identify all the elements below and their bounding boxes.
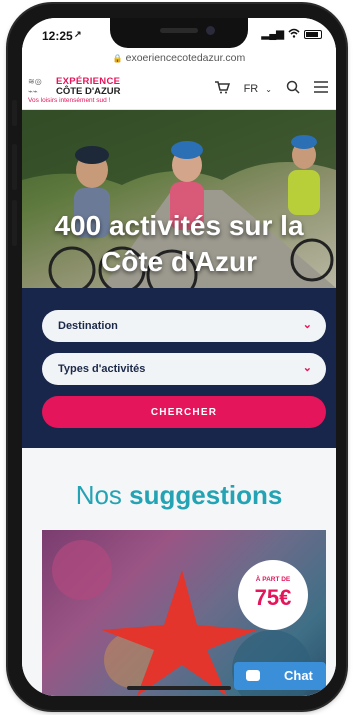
url-text: exoerienceсotedazur.com (125, 52, 246, 64)
search-icon[interactable] (286, 80, 300, 97)
volume-down-button (12, 200, 17, 246)
price-prefix: À PART DE (255, 576, 291, 583)
status-time: 12:25 (42, 29, 73, 43)
location-arrow-icon: ↗ (74, 29, 82, 39)
phone-screen: 12:25 ↗ ▂▄▆ 🔒 exoerienceсotedazur.com ≋◎… (22, 18, 336, 696)
language-label: FR (243, 82, 259, 95)
chevron-down-icon: ⌄ (302, 362, 312, 374)
destination-label: Destination (58, 320, 118, 332)
volume-up-button (12, 144, 17, 190)
status-icons: ▂▄▆ (262, 28, 322, 41)
lock-icon: 🔒 (112, 54, 123, 63)
hero-banner: 400 activités sur la Côte d'Azur (22, 110, 336, 288)
home-indicator (127, 686, 231, 690)
suggestions-title: Nos suggestions (22, 480, 336, 511)
wifi-icon (288, 28, 300, 41)
cart-icon[interactable] (214, 80, 230, 97)
price-value: 75€ (254, 585, 292, 610)
suggestions-title-bold: suggestions (129, 480, 283, 510)
hero-title: 400 activités sur la Côte d'Azur (54, 210, 304, 277)
language-selector[interactable]: FR ⌄ (244, 83, 272, 95)
price-badge: À PART DE 75€ (238, 560, 308, 630)
chat-bubble-icon (246, 670, 260, 681)
signal-icon: ▂▄▆ (261, 29, 284, 40)
search-button[interactable]: CHERCHER (42, 396, 326, 428)
address-bar[interactable]: 🔒 exoerienceсotedazur.com (22, 48, 336, 70)
search-panel: Destination ⌄ Types d'activités ⌄ CHERCH… (22, 288, 336, 448)
chat-button[interactable]: Chat (234, 662, 326, 690)
header-actions: FR ⌄ (214, 80, 328, 97)
destination-select[interactable]: Destination ⌄ (42, 310, 326, 342)
site-header: ≋◎ ⌁⌁ EXPÉRIENCE CÔTE D'AZUR Vos loisirs … (22, 70, 336, 110)
activity-types-select[interactable]: Types d'activités ⌄ (42, 353, 326, 385)
logo-mark-icon: ≋◎ ⌁⌁ (28, 77, 42, 96)
chat-label: Chat (284, 668, 313, 683)
suggestions-section: Nos suggestions À PART DE 75€ (22, 448, 336, 696)
activity-types-label: Types d'activités (58, 363, 146, 375)
suggestions-title-light: Nos (75, 480, 122, 510)
menu-icon[interactable] (314, 81, 328, 96)
battery-icon (304, 30, 322, 39)
chevron-down-icon: ⌄ (302, 319, 312, 331)
notch (110, 18, 248, 48)
mute-switch (12, 100, 17, 126)
chevron-down-icon: ⌄ (265, 84, 272, 94)
logo-line2: CÔTE D'AZUR (56, 86, 121, 97)
logo-tagline: Vos loisirs intensément sud ! (28, 97, 111, 104)
site-logo[interactable]: ≋◎ ⌁⌁ EXPÉRIENCE CÔTE D'AZUR Vos loisirs … (28, 76, 148, 106)
